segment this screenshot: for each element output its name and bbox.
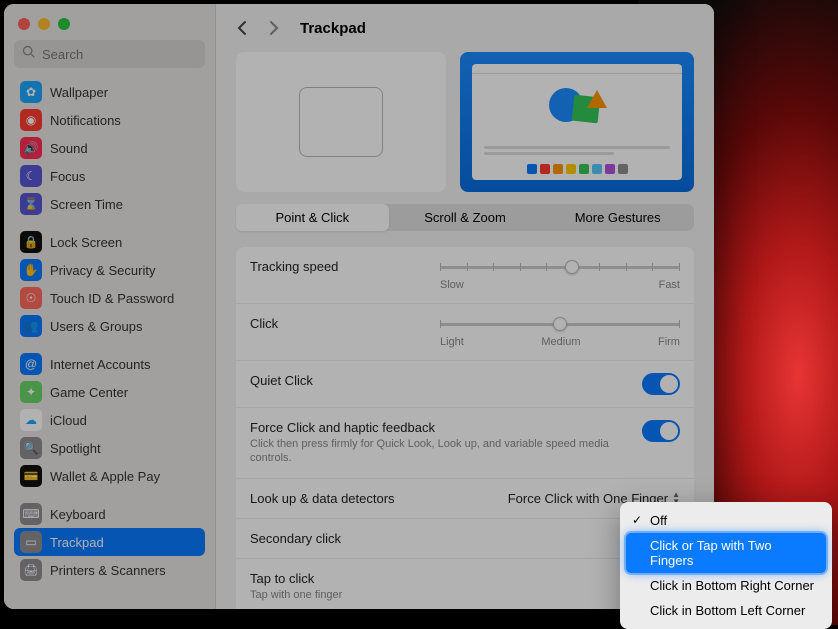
minimize-window-button[interactable]: [38, 18, 50, 30]
sidebar-item-icloud[interactable]: ☁ iCloud: [14, 406, 205, 434]
tracking-speed-slider[interactable]: [440, 259, 680, 275]
sidebar-item-users-groups[interactable]: 👥 Users & Groups: [14, 312, 205, 340]
sidebar-item-label: Users & Groups: [50, 319, 142, 334]
sidebar-item-label: Trackpad: [50, 535, 104, 550]
label: Tracking speed: [250, 259, 426, 274]
sidebar-icon: 🔍: [20, 437, 42, 459]
zoom-window-button[interactable]: [58, 18, 70, 30]
sidebar-icon: ⌛: [20, 193, 42, 215]
sidebar-item-label: Spotlight: [50, 441, 101, 456]
sidebar-item-label: Printers & Scanners: [50, 563, 166, 578]
label: Quiet Click: [250, 373, 628, 388]
force-click-toggle[interactable]: [642, 420, 680, 442]
label: Click: [250, 316, 426, 331]
dropdown-item[interactable]: ✓Off: [626, 508, 826, 533]
sidebar-item-screen-time[interactable]: ⌛ Screen Time: [14, 190, 205, 218]
sidebar-icon: ⌨: [20, 503, 42, 525]
sidebar-item-label: Sound: [50, 141, 88, 156]
sidebar-item-lock-screen[interactable]: 🔒 Lock Screen: [14, 228, 205, 256]
check-icon: ✓: [632, 513, 642, 527]
sidebar-icon: ☁: [20, 409, 42, 431]
sidebar-item-label: Game Center: [50, 385, 128, 400]
gesture-preview: [460, 52, 694, 192]
sidebar-item-label: Lock Screen: [50, 235, 122, 250]
sublabel: Tap with one finger: [250, 588, 680, 602]
sidebar-item-sound[interactable]: 🔊 Sound: [14, 134, 205, 162]
sidebar-icon: 👥: [20, 315, 42, 337]
dropdown-item[interactable]: Click in Bottom Right Corner: [626, 573, 826, 598]
label: Force Click and haptic feedback: [250, 420, 628, 435]
tab-bar: Point & ClickScroll & ZoomMore Gestures: [236, 204, 694, 231]
sidebar-icon: ☉: [20, 287, 42, 309]
preview-row: [236, 52, 694, 192]
label: Look up & data detectors: [250, 491, 494, 506]
sidebar-icon: ✦: [20, 381, 42, 403]
sidebar-icon: ✿: [20, 81, 42, 103]
sidebar-item-notifications[interactable]: ◉ Notifications: [14, 106, 205, 134]
back-button[interactable]: [230, 16, 254, 40]
tab-point-click[interactable]: Point & Click: [236, 204, 389, 231]
tab-more-gestures[interactable]: More Gestures: [541, 204, 694, 231]
click-slider[interactable]: [440, 316, 680, 332]
tab-scroll-zoom[interactable]: Scroll & Zoom: [389, 204, 542, 231]
sidebar-item-spotlight[interactable]: 🔍 Spotlight: [14, 434, 205, 462]
sidebar-item-focus[interactable]: ☾ Focus: [14, 162, 205, 190]
sidebar-item-label: Screen Time: [50, 197, 123, 212]
sidebar-icon: ◉: [20, 109, 42, 131]
sidebar-item-wallet-apple-pay[interactable]: 💳 Wallet & Apple Pay: [14, 462, 205, 490]
sidebar-item-label: iCloud: [50, 413, 87, 428]
sidebar: ✿ Wallpaper ◉ Notifications 🔊 Sound ☾ Focus ⌛ Scr…: [4, 4, 216, 609]
system-settings-window: ✿ Wallpaper ◉ Notifications 🔊 Sound ☾ Focus ⌛ Scr…: [4, 4, 714, 609]
row-click: Click LightMediumFirm: [236, 304, 694, 361]
sidebar-item-label: Focus: [50, 169, 85, 184]
sidebar-icon: 🔒: [20, 231, 42, 253]
sublabel: Click then press firmly for Quick Look, …: [250, 437, 628, 466]
search-field[interactable]: [14, 40, 205, 68]
toolbar: Trackpad: [216, 4, 714, 52]
close-window-button[interactable]: [18, 18, 30, 30]
sidebar-item-privacy-security[interactable]: ✋ Privacy & Security: [14, 256, 205, 284]
sidebar-item-label: Touch ID & Password: [50, 291, 174, 306]
sidebar-list: ✿ Wallpaper ◉ Notifications 🔊 Sound ☾ Focus ⌛ Scr…: [4, 74, 215, 609]
quiet-click-toggle[interactable]: [642, 373, 680, 395]
sidebar-icon: @: [20, 353, 42, 375]
page-title: Trackpad: [300, 20, 366, 37]
search-icon: [22, 45, 42, 64]
row-quiet-click: Quiet Click: [236, 361, 694, 408]
sidebar-item-internet-accounts[interactable]: @ Internet Accounts: [14, 350, 205, 378]
sidebar-icon: ✋: [20, 259, 42, 281]
sidebar-item-wallpaper[interactable]: ✿ Wallpaper: [14, 78, 205, 106]
dropdown-item[interactable]: Click or Tap with Two Fingers: [626, 533, 826, 573]
sidebar-item-game-center[interactable]: ✦ Game Center: [14, 378, 205, 406]
sidebar-item-label: Notifications: [50, 113, 121, 128]
dropdown-item[interactable]: Click in Bottom Left Corner: [626, 598, 826, 623]
trackpad-preview: [236, 52, 446, 192]
label: Tap to click: [250, 571, 680, 586]
sidebar-item-label: Wallet & Apple Pay: [50, 469, 160, 484]
sidebar-icon: 🖨: [20, 559, 42, 581]
sidebar-item-label: Internet Accounts: [50, 357, 150, 372]
sidebar-icon: 🔊: [20, 137, 42, 159]
sidebar-item-printers-scanners[interactable]: 🖨 Printers & Scanners: [14, 556, 205, 584]
row-force-click: Force Click and haptic feedback Click th…: [236, 408, 694, 479]
row-tracking-speed: Tracking speed SlowFast: [236, 247, 694, 304]
sidebar-item-trackpad[interactable]: ▭ Trackpad: [14, 528, 205, 556]
sidebar-item-keyboard[interactable]: ⌨ Keyboard: [14, 500, 205, 528]
label: Secondary click: [250, 531, 680, 546]
forward-button[interactable]: [262, 16, 286, 40]
sidebar-item-label: Keyboard: [50, 507, 106, 522]
search-input[interactable]: [42, 47, 197, 62]
sidebar-item-touch-id-password[interactable]: ☉ Touch ID & Password: [14, 284, 205, 312]
secondary-click-dropdown: ✓OffClick or Tap with Two FingersClick i…: [620, 502, 832, 629]
sidebar-item-label: Wallpaper: [50, 85, 108, 100]
sidebar-icon: ▭: [20, 531, 42, 553]
window-controls: [4, 4, 215, 30]
trackpad-icon: [299, 87, 383, 157]
sidebar-item-label: Privacy & Security: [50, 263, 155, 278]
sidebar-icon: 💳: [20, 465, 42, 487]
sidebar-icon: ☾: [20, 165, 42, 187]
